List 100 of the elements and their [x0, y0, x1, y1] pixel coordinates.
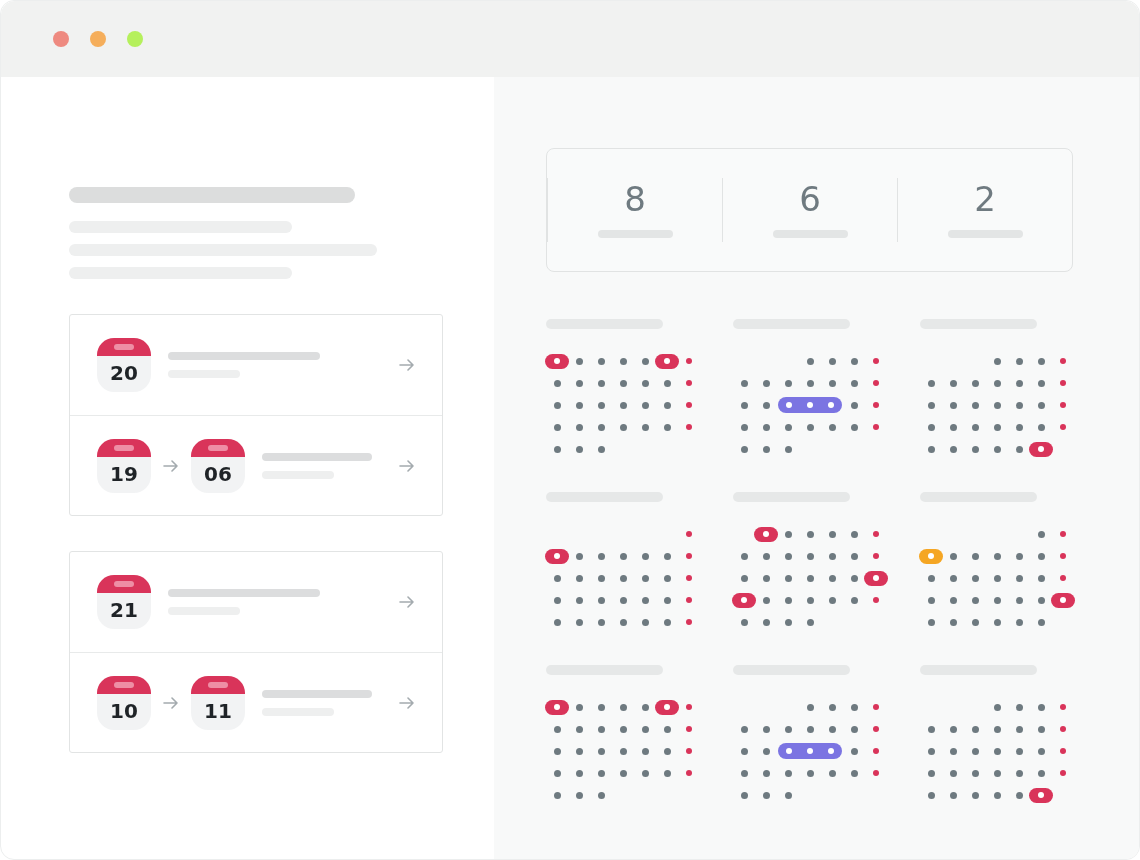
day-dot [784, 445, 792, 453]
day-dot [971, 791, 979, 799]
weekend-dot [686, 553, 692, 559]
event-marker[interactable] [655, 699, 679, 715]
day-dot [597, 596, 605, 604]
day-dot [641, 357, 649, 365]
day-dot [597, 379, 605, 387]
day-dot [971, 725, 979, 733]
day-dot [993, 596, 1001, 604]
day-dot [927, 618, 935, 626]
day-dot [740, 401, 748, 409]
day-dot [806, 703, 814, 711]
day-dot [575, 357, 583, 365]
day-dot [553, 423, 561, 431]
day-dot [762, 725, 770, 733]
day-dot [1037, 574, 1045, 582]
day-dot [971, 747, 979, 755]
day-dot [575, 401, 583, 409]
day-dot [740, 618, 748, 626]
day-dot [740, 423, 748, 431]
day-dot [850, 379, 858, 387]
day-dot [641, 552, 649, 560]
day-dot [597, 747, 605, 755]
event-marker[interactable] [732, 592, 756, 608]
event-marker[interactable] [655, 353, 679, 369]
day-dot [1037, 379, 1045, 387]
event-row[interactable]: 21 [70, 552, 442, 652]
weekend-dot [686, 704, 692, 710]
day-dot [828, 423, 836, 431]
day-dot [806, 379, 814, 387]
day-dot [597, 552, 605, 560]
event-row[interactable]: 19 06 [70, 415, 442, 515]
day-dot [784, 791, 792, 799]
day-dot [762, 618, 770, 626]
day-dot [828, 379, 836, 387]
weekend-dot [873, 726, 879, 732]
day-dot [619, 769, 627, 777]
range-bar[interactable] [778, 743, 842, 759]
day-dot [641, 725, 649, 733]
day-dot [597, 401, 605, 409]
day-dot [927, 574, 935, 582]
day-dot [971, 552, 979, 560]
day-dot [740, 747, 748, 755]
day-dot [1015, 379, 1023, 387]
event-marker[interactable] [1029, 441, 1053, 457]
event-marker[interactable] [754, 526, 778, 542]
day-dot [927, 423, 935, 431]
event-row[interactable]: 10 11 [70, 652, 442, 752]
day-dot [762, 552, 770, 560]
day-dot [971, 401, 979, 409]
day-dot [927, 747, 935, 755]
event-marker[interactable] [1051, 592, 1075, 608]
event-marker[interactable] [545, 548, 569, 564]
day-dot [762, 747, 770, 755]
weekend-dot [1060, 402, 1066, 408]
day-dot [597, 574, 605, 582]
weekend-dot [686, 619, 692, 625]
day-dot [850, 703, 858, 711]
day-dot [1015, 357, 1023, 365]
day-dot [1015, 423, 1023, 431]
event-marker[interactable] [1029, 787, 1053, 803]
day-dot [619, 725, 627, 733]
day-dot [784, 618, 792, 626]
day-dot [575, 769, 583, 777]
day-dot [1015, 552, 1023, 560]
weekend-dot [1060, 770, 1066, 776]
event-marker[interactable] [545, 699, 569, 715]
event-marker[interactable] [864, 570, 888, 586]
day-dot [993, 769, 1001, 777]
event-marker[interactable] [545, 353, 569, 369]
date-badge: 19 [97, 438, 151, 493]
date-badge: 11 [191, 675, 245, 730]
day-dot [993, 618, 1001, 626]
day-dot [784, 574, 792, 582]
day-dot [1015, 574, 1023, 582]
day-dot [927, 791, 935, 799]
day-dot [553, 769, 561, 777]
day-dot [740, 769, 748, 777]
day-dot [619, 401, 627, 409]
day-dot [619, 379, 627, 387]
date-badge: 06 [191, 438, 245, 493]
day-dot [806, 423, 814, 431]
arrow-icon [399, 596, 415, 608]
day-dot [553, 445, 561, 453]
day-dot [1015, 401, 1023, 409]
weekend-dot [873, 380, 879, 386]
day-dot [1037, 618, 1045, 626]
day-dot [1015, 703, 1023, 711]
event-row[interactable]: 20 [70, 315, 442, 415]
range-bar[interactable] [778, 397, 842, 413]
weekend-dot [686, 726, 692, 732]
day-dot [1015, 618, 1023, 626]
day-dot [641, 596, 649, 604]
day-dot [1015, 596, 1023, 604]
day-dot [1015, 445, 1023, 453]
day-dot [949, 725, 957, 733]
day-dot [575, 725, 583, 733]
event-marker[interactable] [919, 548, 943, 564]
day-dot [641, 769, 649, 777]
day-dot [828, 596, 836, 604]
